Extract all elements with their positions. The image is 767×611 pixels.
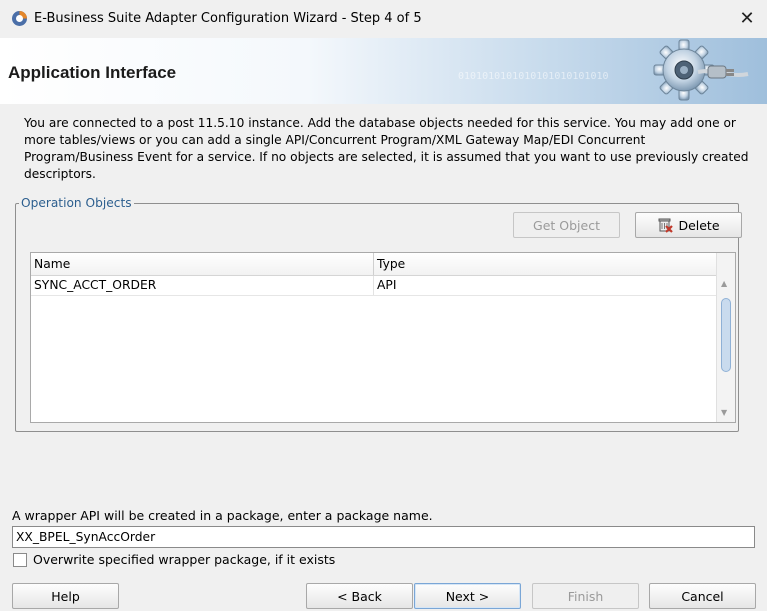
wizard-content: You are connected to a post 11.5.10 inst… [0,104,767,611]
close-icon[interactable]: ✕ [734,4,760,32]
delete-label: Delete [678,217,720,233]
back-label: < Back [337,588,382,604]
app-icon [12,11,27,26]
package-label: A wrapper API will be created in a packa… [12,508,433,523]
row-name-cell: SYNC_ACCT_ORDER [34,278,157,292]
help-button[interactable]: Help [12,583,119,609]
table-row[interactable]: SYNC_ACCT_ORDER API [31,276,717,296]
finish-button[interactable]: Finish [532,583,639,609]
cell-divider [373,276,374,295]
column-divider [373,253,374,275]
row-type-cell: API [377,278,397,292]
next-button[interactable]: Next > [414,583,521,609]
column-header-name[interactable]: Name [34,257,70,271]
instructions-text: You are connected to a post 11.5.10 inst… [24,116,749,181]
overwrite-label: Overwrite specified wrapper package, if … [33,552,336,567]
scroll-thumb[interactable] [721,298,731,372]
scroll-down-icon[interactable]: ▼ [721,408,727,417]
next-label: Next > [445,588,490,604]
binary-decoration: 0101010101010101010101010 [458,71,609,82]
operation-objects-table: Name Type SYNC_ACCT_ORDER API ▲ ▼ [30,252,736,423]
package-name-input[interactable] [12,526,755,548]
operation-objects-legend: Operation Objects [21,196,132,210]
get-object-label: Get Object [533,217,600,233]
title-bar: E-Business Suite Adapter Configuration W… [0,0,767,38]
page-title: Application Interface [8,63,177,82]
cancel-label: Cancel [681,588,724,604]
table-scrollbar[interactable]: ▲ ▼ [716,253,735,422]
delete-button[interactable]: Delete [635,212,742,238]
column-header-type[interactable]: Type [377,257,405,271]
delete-icon [658,218,674,233]
table-header: Name Type [31,253,717,276]
help-label: Help [51,588,80,604]
back-button[interactable]: < Back [306,583,413,609]
cancel-button[interactable]: Cancel [649,583,756,609]
get-object-button[interactable]: Get Object [513,212,620,238]
window-title: E-Business Suite Adapter Configuration W… [34,11,422,26]
finish-label: Finish [567,588,604,604]
scroll-up-icon[interactable]: ▲ [721,279,727,288]
overwrite-checkbox[interactable] [13,553,27,567]
gear-plug-icon [653,39,749,101]
wizard-banner: Application Interface 010101010101010101… [0,38,767,105]
